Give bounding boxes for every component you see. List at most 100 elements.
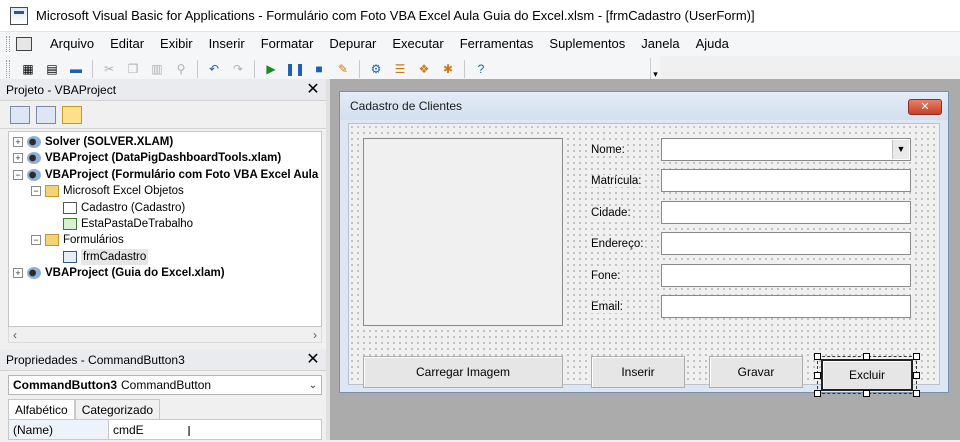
menu-item-janela[interactable]: Janela [633, 32, 687, 56]
image-box[interactable] [363, 138, 563, 326]
toolbox-icon[interactable]: ✱ [437, 59, 459, 79]
reset-icon[interactable]: ■ [308, 59, 330, 79]
tree-item[interactable]: + Solver (SOLVER.XLAM) [13, 134, 173, 150]
label-fone: Fone: [589, 270, 623, 282]
cut-icon[interactable]: ✂ [98, 59, 120, 79]
label-nome: Nome: [589, 144, 627, 156]
resize-handle-t[interactable] [863, 353, 870, 360]
sheet-icon [63, 218, 77, 230]
toolbar-separator [359, 59, 360, 78]
menu-item-exibir[interactable]: Exibir [152, 32, 201, 56]
properties-close-icon[interactable]: ✕ [304, 351, 322, 369]
menu-item-suplementos[interactable]: Suplementos [541, 32, 633, 56]
excel-icon[interactable] [16, 37, 32, 51]
userform-canvas[interactable]: Carregar Imagem Nome: ▼ Matrícula: Cidad… [348, 123, 940, 397]
userform-caption: Cadastro de Clientes [350, 99, 463, 113]
collapse-icon[interactable]: − [13, 169, 23, 180]
tree-item[interactable]: + VBAProject (Guia do Excel.xlam) [13, 265, 225, 281]
redo-icon[interactable]: ↷ [227, 59, 249, 79]
project-explorer-title: Projeto - VBAProject [6, 82, 117, 97]
copy-icon[interactable]: ❐ [122, 59, 144, 79]
find-icon[interactable]: ⚲ [170, 59, 192, 79]
project-close-icon[interactable]: ✕ [304, 81, 322, 99]
help-icon[interactable]: ? [470, 59, 492, 79]
chevron-down-icon[interactable]: ⌄ [305, 380, 321, 391]
chevron-down-icon[interactable]: ▼ [892, 140, 909, 159]
menu-item-ferramentas[interactable]: Ferramentas [452, 32, 542, 56]
tree-item-label: Microsoft Excel Objetos [63, 185, 184, 198]
expand-icon[interactable]: + [13, 153, 23, 164]
tree-item[interactable]: Cadastro (Cadastro) [49, 200, 185, 216]
nome-combobox[interactable]: ▼ [661, 138, 911, 161]
tree-item[interactable]: frmCadastro [49, 248, 149, 265]
tab-categorized[interactable]: Categorizado [74, 399, 161, 419]
insert-userform-icon[interactable]: ▤ [41, 59, 63, 79]
resize-handle-r[interactable] [913, 372, 920, 379]
tree-item[interactable]: − Microsoft Excel Objetos [31, 183, 184, 199]
project-tree-scrollbar[interactable]: ‹ › [8, 327, 322, 343]
menu-item-inserir[interactable]: Inserir [201, 32, 253, 56]
resize-handle-bl[interactable] [814, 390, 821, 397]
tree-item[interactable]: + VBAProject (DataPigDashboardTools.xlam) [13, 150, 281, 166]
tree-item-label: Cadastro (Cadastro) [81, 201, 186, 214]
tree-item-label: VBAProject (Formulário com Foto VBA Exce… [45, 168, 319, 181]
scroll-right-icon[interactable]: › [313, 328, 317, 342]
tree-item[interactable]: − Formulários [31, 232, 124, 248]
matricula-input[interactable] [661, 169, 911, 192]
toolbar-options-icon[interactable]: ▾ [650, 57, 660, 80]
menu-grip[interactable] [6, 36, 10, 52]
project-explorer-icon[interactable]: ⚙ [365, 59, 387, 79]
expand-icon[interactable]: + [13, 268, 23, 279]
property-value-input[interactable]: cmdE I [109, 420, 321, 440]
resize-handle-l[interactable] [814, 372, 821, 379]
menu-item-arquivo[interactable]: Arquivo [42, 32, 102, 56]
menu-item-formatar[interactable]: Formatar [253, 32, 322, 56]
endereco-input[interactable] [661, 232, 911, 255]
menu-item-editar[interactable]: Editar [102, 32, 152, 56]
sheet-icon [63, 201, 77, 214]
userform-title-bar: Cadastro de Clientes ✕ [340, 92, 948, 120]
collapse-icon[interactable]: − [31, 235, 41, 246]
form-icon [63, 250, 77, 263]
tree-item[interactable]: EstaPastaDeTrabalho [49, 216, 193, 232]
undo-icon[interactable]: ↶ [203, 59, 225, 79]
fone-input[interactable] [661, 264, 911, 287]
tree-item[interactable]: − VBAProject (Formulário com Foto VBA Exc… [13, 167, 318, 183]
resize-handle-b[interactable] [863, 390, 870, 397]
tab-alphabetic[interactable]: Alfabético [8, 399, 75, 419]
email-input[interactable] [661, 295, 911, 318]
properties-window-icon[interactable]: ☰ [389, 59, 411, 79]
properties-title: Propriedades - CommandButton3 [6, 352, 185, 367]
menu-item-depurar[interactable]: Depurar [321, 32, 384, 56]
view-code-icon[interactable] [10, 105, 30, 124]
object-selector[interactable]: CommandButton3 CommandButton ⌄ [8, 375, 322, 395]
menu-item-ajuda[interactable]: Ajuda [688, 32, 737, 56]
resize-handle-tr[interactable] [913, 353, 920, 360]
resize-handle-tl[interactable] [814, 353, 821, 360]
userform-close-icon[interactable]: ✕ [908, 99, 942, 115]
excel-view-icon[interactable]: ▦ [17, 59, 39, 79]
save-icon[interactable]: ▬ [65, 59, 87, 79]
break-icon[interactable]: ❚❚ [284, 59, 306, 79]
run-icon[interactable]: ▶ [260, 59, 282, 79]
toggle-folders-icon[interactable] [62, 105, 82, 124]
expand-icon[interactable]: + [13, 137, 23, 147]
paste-icon[interactable]: ▥ [146, 59, 168, 79]
resize-handle-br[interactable] [913, 390, 920, 397]
load-image-button[interactable]: Carregar Imagem [363, 356, 563, 388]
cidade-input[interactable] [661, 201, 911, 224]
insert-button[interactable]: Inserir [591, 356, 685, 388]
scroll-left-icon[interactable]: ‹ [13, 328, 17, 342]
menu-item-executar[interactable]: Executar [384, 32, 451, 56]
collapse-icon[interactable]: − [31, 186, 41, 197]
design-mode-icon[interactable]: ✎ [332, 59, 354, 79]
view-object-icon[interactable] [36, 105, 56, 124]
save-button[interactable]: Gravar [709, 356, 803, 388]
property-name[interactable]: (Name) [9, 420, 109, 439]
toolbar-grip[interactable] [6, 59, 10, 78]
object-browser-icon[interactable]: ❖ [413, 59, 435, 79]
userform-frmcadastro[interactable]: Cadastro de Clientes ✕ Carregar Imagem N… [339, 91, 949, 397]
tree-item-label: Solver (SOLVER.XLAM) [45, 136, 174, 148]
project-explorer-toolbar [0, 101, 326, 129]
folder-icon [45, 234, 59, 247]
